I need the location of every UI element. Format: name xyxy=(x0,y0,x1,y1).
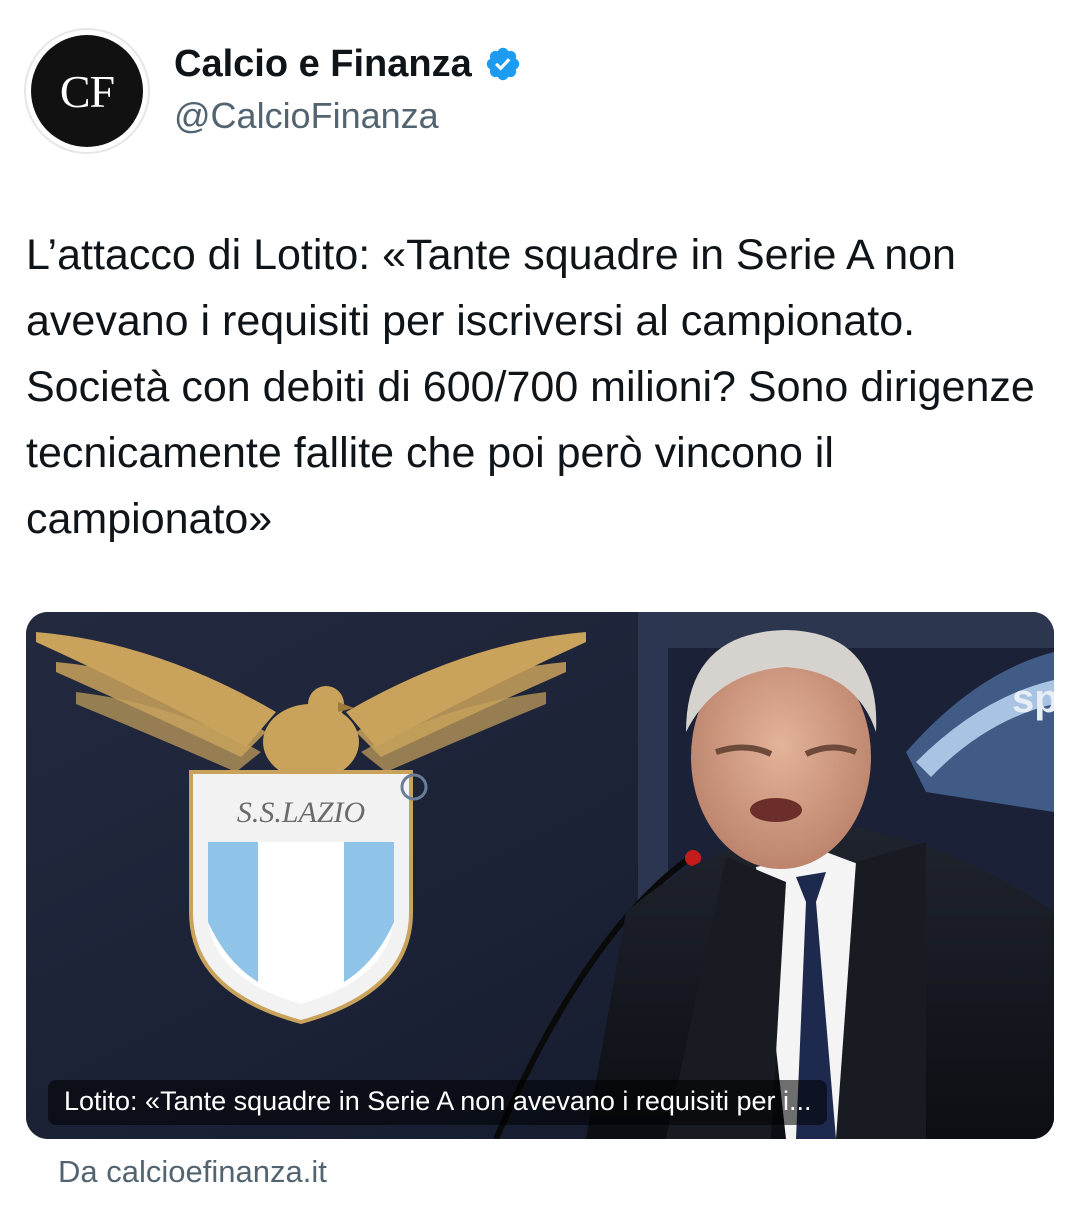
backdrop-text: sp xyxy=(1012,677,1054,721)
link-preview-card[interactable]: sp S.S.LAZIO Lotito: «Tante squadre in S… xyxy=(26,612,1054,1139)
author-handle[interactable]: @CalcioFinanza xyxy=(174,95,439,137)
tweet-text: L’attacco di Lotito: «Tante squadre in S… xyxy=(26,231,1047,543)
verified-badge-icon xyxy=(486,47,519,81)
avatar-logo: CF xyxy=(31,35,143,147)
link-source[interactable]: Da calcioefinanza.it xyxy=(58,1154,327,1190)
avatar[interactable]: CF xyxy=(26,30,148,152)
card-caption[interactable]: Lotito: «Tante squadre in Serie A non av… xyxy=(48,1080,828,1125)
tweet-card[interactable]: CF Calcio e Finanza @CalcioFinanza L’att… xyxy=(0,0,1080,1207)
card-image[interactable]: sp S.S.LAZIO xyxy=(26,612,1054,1139)
author-row: Calcio e Finanza xyxy=(174,38,522,90)
shield-text: S.S.LAZIO xyxy=(237,796,365,829)
lazio-shield: S.S.LAZIO xyxy=(189,770,413,1025)
display-name[interactable]: Calcio e Finanza xyxy=(174,43,472,86)
